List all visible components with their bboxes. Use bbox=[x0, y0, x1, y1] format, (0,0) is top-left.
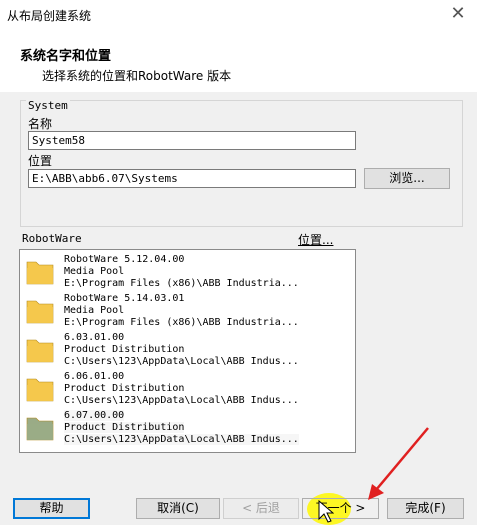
robotware-location-link[interactable]: 位置... bbox=[298, 231, 333, 248]
list-item[interactable]: 6.07.00.00 Product Distribution C:\Users\1… bbox=[20, 408, 355, 447]
finish-button[interactable]: 完成(F) bbox=[387, 498, 464, 519]
window-title: 从布局创建系统 bbox=[7, 9, 92, 23]
list-item-line: C:\Users\123\AppData\Local\ABB Indus... bbox=[64, 434, 299, 445]
location-label: 位置 bbox=[28, 154, 53, 168]
folder-icon bbox=[26, 417, 54, 441]
close-icon[interactable]: ✕ bbox=[447, 3, 469, 25]
list-item-text: 6.06.01.00 Product Distribution C:\Users\1… bbox=[64, 371, 299, 407]
mouse-pointer-icon bbox=[318, 500, 334, 523]
list-item-line: Product Distribution bbox=[64, 422, 185, 433]
list-item-line: C:\Users\123\AppData\Local\ABB Indus... bbox=[64, 395, 299, 406]
list-item-line: RobotWare 5.12.04.00 bbox=[64, 254, 185, 265]
list-item-line: C:\Users\123\AppData\Local\ABB Indus... bbox=[64, 356, 299, 367]
list-item-text: 6.07.00.00 Product Distribution C:\Users\1… bbox=[64, 410, 299, 446]
list-item-line: RobotWare 5.14.03.01 bbox=[64, 293, 185, 304]
help-button[interactable]: 帮助 bbox=[13, 498, 90, 519]
back-button[interactable]: < 后退 bbox=[223, 498, 299, 519]
system-legend: System bbox=[26, 99, 70, 112]
browse-button[interactable]: 浏览... bbox=[364, 168, 450, 189]
page-subtitle: 选择系统的位置和RobotWare 版本 bbox=[42, 69, 232, 83]
wizard-header: 系统名字和位置 选择系统的位置和RobotWare 版本 bbox=[0, 30, 477, 92]
list-item-line: Media Pool bbox=[64, 305, 125, 316]
list-item-line: 6.07.00.00 bbox=[64, 410, 125, 421]
list-item-line: Product Distribution bbox=[64, 383, 185, 394]
list-item-line: E:\Program Files (x86)\ABB Industria... bbox=[64, 278, 299, 289]
page-title: 系统名字和位置 bbox=[20, 49, 112, 64]
next-button[interactable]: 下一个 > bbox=[302, 498, 379, 519]
cancel-button[interactable]: 取消(C) bbox=[136, 498, 220, 519]
title-bar: 从布局创建系统 ✕ bbox=[0, 0, 477, 30]
robotware-list[interactable]: RobotWare 5.12.04.00 Media Pool E:\Program… bbox=[19, 249, 356, 453]
folder-icon bbox=[26, 261, 54, 285]
list-item-text: RobotWare 5.14.03.01 Media Pool E:\Program… bbox=[64, 293, 299, 329]
list-item-line: Product Distribution bbox=[64, 344, 185, 355]
list-item-text: RobotWare 5.12.04.00 Media Pool E:\Program… bbox=[64, 254, 299, 290]
system-location-input[interactable]: E:\ABB\abb6.07\Systems bbox=[28, 169, 356, 188]
list-item-line: 6.06.01.00 bbox=[64, 371, 125, 382]
system-name-input[interactable]: System58 bbox=[28, 131, 356, 150]
list-item[interactable]: RobotWare 5.14.03.01 Media Pool E:\Program… bbox=[20, 291, 355, 330]
folder-icon bbox=[26, 339, 54, 363]
list-item-line: E:\Program Files (x86)\ABB Industria... bbox=[64, 317, 299, 328]
folder-icon bbox=[26, 378, 54, 402]
list-item[interactable]: 6.06.01.00 Product Distribution C:\Users\1… bbox=[20, 369, 355, 408]
robotware-label: RobotWare bbox=[22, 232, 82, 245]
list-item-line: Media Pool bbox=[64, 266, 125, 277]
name-label: 名称 bbox=[28, 117, 53, 131]
list-item[interactable]: RobotWare 5.12.04.00 Media Pool E:\Program… bbox=[20, 252, 355, 291]
folder-icon bbox=[26, 300, 54, 324]
list-item-line: 6.03.01.00 bbox=[64, 332, 125, 343]
list-item-text: 6.03.01.00 Product Distribution C:\Users\1… bbox=[64, 332, 299, 368]
system-groupbox bbox=[20, 100, 463, 227]
list-item[interactable]: 6.03.01.00 Product Distribution C:\Users\1… bbox=[20, 330, 355, 369]
